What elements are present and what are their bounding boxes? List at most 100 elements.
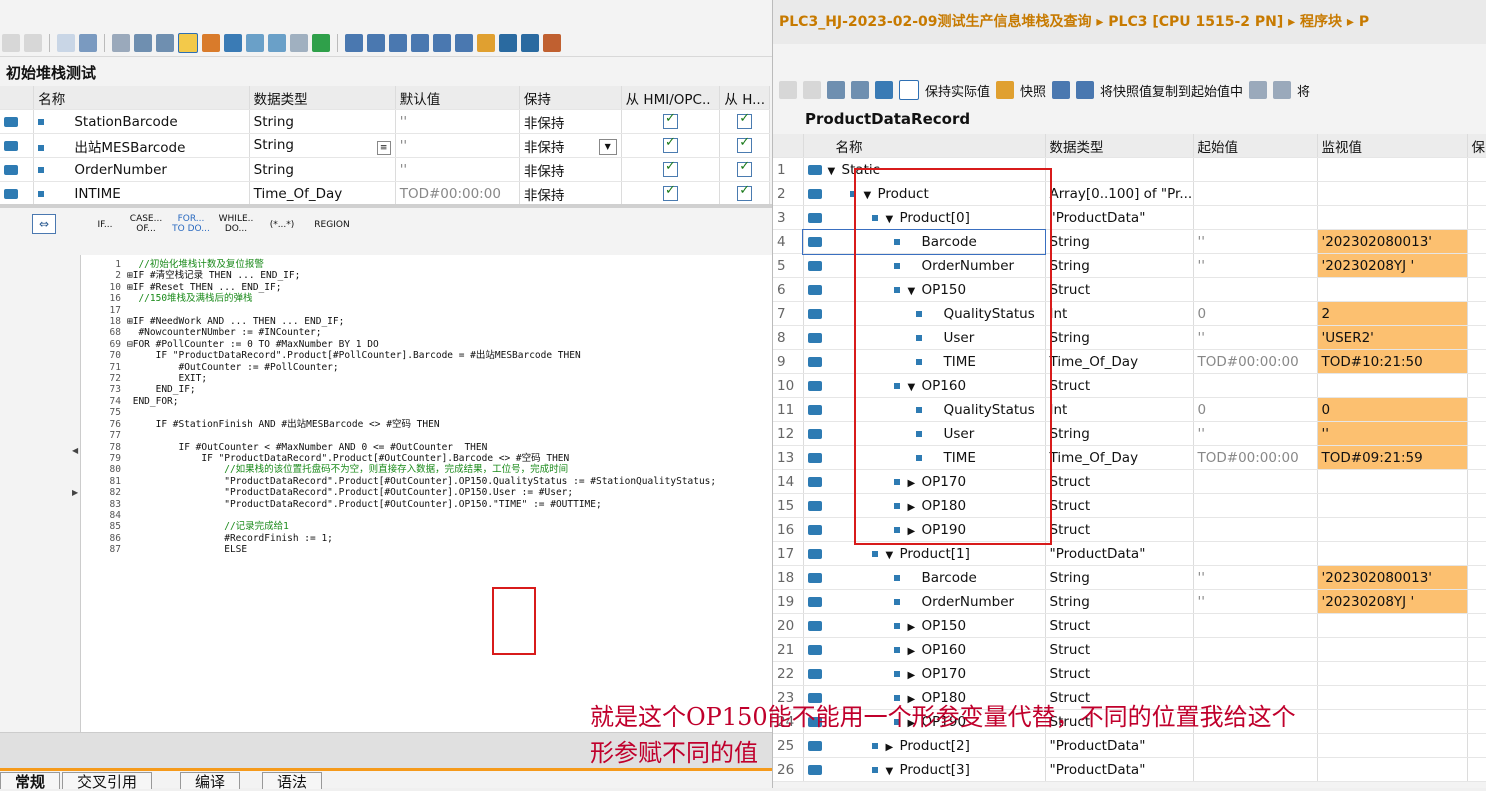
code-text[interactable]: ⊞IF #清空栈记录 THEN ... END_IF;: [127, 270, 300, 281]
code-line[interactable]: 17: [81, 305, 773, 316]
code-text[interactable]: "ProductDataRecord".Product[#OutCounter]…: [127, 487, 573, 498]
toolbar-icon[interactable]: [312, 34, 330, 52]
table-row[interactable]: 22 ▶ OP170 Struct: [773, 661, 1486, 686]
table-row[interactable]: 25 ▶ Product[2] "ProductData": [773, 733, 1486, 758]
code-text[interactable]: "ProductDataRecord".Product[#OutCounter]…: [127, 499, 602, 510]
table-row[interactable]: 17 ▼ Product[1] "ProductData": [773, 541, 1486, 566]
db-retain-cell[interactable]: [1467, 421, 1486, 446]
db-var-type[interactable]: String: [1045, 421, 1194, 446]
db-var-type[interactable]: String: [1045, 229, 1194, 254]
var-retain[interactable]: 非保持: [519, 181, 622, 206]
toolbar-icon[interactable]: [455, 34, 473, 52]
code-text[interactable]: //如果栈的该位置托盘码不为空，则直接存入数据，完成结果，工位号，完成时间: [127, 464, 568, 475]
code-line[interactable]: 18 ⊞IF #NeedWork AND ... THEN ... END_IF;: [81, 316, 773, 327]
code-line[interactable]: 73 END_IF;: [81, 384, 773, 395]
toolbar-icon[interactable]: [268, 34, 286, 52]
code-line[interactable]: 1 //初始化堆栈计数及复位报警: [81, 259, 773, 270]
table-row[interactable]: 21 ▶ OP160 Struct: [773, 637, 1486, 662]
db-name-cell[interactable]: ▶ OP150: [803, 613, 1046, 638]
code-line[interactable]: 71 #OutCounter := #PollCounter;: [81, 362, 773, 373]
chevron-right-icon[interactable]: ▶: [908, 646, 922, 657]
code-line[interactable]: 85 //记录完成给1: [81, 521, 773, 532]
db-var-type[interactable]: Struct: [1045, 493, 1194, 518]
db-var-type[interactable]: Struct: [1045, 517, 1194, 542]
code-line[interactable]: 68 #NowcounterNUmber := #INCounter;: [81, 327, 773, 338]
db-retain-cell[interactable]: [1467, 373, 1486, 398]
db-start-value[interactable]: [1193, 493, 1318, 518]
db-retain-cell[interactable]: [1467, 205, 1486, 230]
db-name-cell[interactable]: ▼ Product[1]: [803, 541, 1046, 566]
collapse-arrow-icon[interactable]: ◀: [72, 446, 78, 455]
db-retain-cell[interactable]: [1467, 685, 1486, 710]
expand-arrow-icon[interactable]: ▶: [72, 488, 78, 497]
db-start-value[interactable]: '': [1193, 253, 1318, 278]
col-retain[interactable]: 保: [1467, 134, 1486, 158]
if-button[interactable]: IF...: [90, 214, 120, 234]
snapshot-button[interactable]: 快照: [1020, 81, 1046, 100]
chevron-right-icon[interactable]: ▶: [908, 622, 922, 633]
db-name-cell[interactable]: OrderNumber: [803, 589, 1046, 614]
db-start-value[interactable]: [1193, 205, 1318, 230]
db-retain-cell[interactable]: [1467, 469, 1486, 494]
col-default[interactable]: 默认值: [395, 86, 520, 110]
chevron-right-icon[interactable]: ▶: [886, 742, 900, 753]
db-var-type[interactable]: Struct: [1045, 373, 1194, 398]
code-line[interactable]: 16 //150堆栈及满栈后的弹栈: [81, 293, 773, 304]
db-var-type[interactable]: Time_Of_Day: [1045, 445, 1194, 470]
extra-button[interactable]: 将: [1297, 81, 1310, 100]
h-checkbox[interactable]: [737, 159, 753, 177]
db-var-name[interactable]: OP150: [922, 618, 967, 634]
code-text[interactable]: "ProductDataRecord".Product[#OutCounter]…: [127, 476, 716, 487]
code-text[interactable]: #OutCounter := #PollCounter;: [127, 362, 338, 373]
hmi-checkbox[interactable]: [663, 183, 679, 201]
db-retain-cell[interactable]: [1467, 589, 1486, 614]
var-retain[interactable]: 非保持: [524, 140, 565, 156]
var-default[interactable]: '': [395, 157, 520, 182]
code-line[interactable]: 75: [81, 407, 773, 418]
toolbar-icon[interactable]: [246, 34, 264, 52]
hmi-checkbox[interactable]: [663, 111, 679, 129]
db-start-value[interactable]: [1193, 541, 1318, 566]
toolbar-icon[interactable]: [499, 34, 517, 52]
var-type[interactable]: String: [254, 137, 294, 153]
code-line[interactable]: 81 "ProductDataRecord".Product[#OutCount…: [81, 476, 773, 487]
db-retain-cell[interactable]: [1467, 181, 1486, 206]
tab-cross-reference[interactable]: 交叉引用: [62, 772, 153, 791]
db-retain-cell[interactable]: [1467, 277, 1486, 302]
table-row[interactable]: 26 ▼ Product[3] "ProductData": [773, 757, 1486, 782]
toolbar-icon[interactable]: [389, 34, 407, 52]
var-name[interactable]: INTIME: [74, 186, 121, 202]
db-start-value[interactable]: '': [1193, 325, 1318, 350]
var-type[interactable]: Time_Of_Day: [249, 181, 396, 206]
col-type[interactable]: 数据类型: [1045, 134, 1194, 158]
code-text[interactable]: ⊟FOR #PollCounter := 0 TO #MaxNumber BY …: [127, 339, 379, 350]
db-var-type[interactable]: Struct: [1045, 661, 1194, 686]
db-retain-cell[interactable]: [1467, 325, 1486, 350]
db-start-value[interactable]: [1193, 277, 1318, 302]
db-start-value[interactable]: [1193, 661, 1318, 686]
toolbar-icon[interactable]: [134, 34, 152, 52]
toolbar-icon[interactable]: [178, 33, 198, 53]
db-var-type[interactable]: String: [1045, 253, 1194, 278]
copy-snapshot-button[interactable]: 将快照值复制到起始值中: [1100, 81, 1243, 100]
col-retain[interactable]: 保持: [519, 86, 622, 110]
case-button[interactable]: CASE... OF...: [128, 214, 164, 234]
code-text[interactable]: #RecordFinish := 1;: [127, 533, 333, 544]
region-button[interactable]: REGION: [310, 214, 354, 234]
toolbar-icon[interactable]: [202, 34, 220, 52]
db-var-type[interactable]: Int: [1045, 397, 1194, 422]
db-var-name[interactable]: Barcode: [922, 570, 977, 586]
toolbar-icon[interactable]: [224, 34, 242, 52]
db-name-cell[interactable]: Barcode: [803, 565, 1046, 590]
code-text[interactable]: ⊞IF #NeedWork AND ... THEN ... END_IF;: [127, 316, 344, 327]
db-retain-cell[interactable]: [1467, 661, 1486, 686]
code-line[interactable]: 76 IF #StationFinish AND #出站MESBarcode <…: [81, 419, 773, 430]
var-default[interactable]: TOD#00:00:00: [395, 181, 520, 206]
toolbar-icon[interactable]: [875, 81, 893, 99]
code-text[interactable]: ELSE: [127, 544, 247, 555]
tab-syntax[interactable]: 语法: [262, 772, 323, 791]
toolbar-icon[interactable]: [477, 34, 495, 52]
tab-compile[interactable]: 编译: [180, 772, 241, 791]
db-start-value[interactable]: 0: [1193, 397, 1318, 422]
db-var-type[interactable]: Struct: [1045, 469, 1194, 494]
